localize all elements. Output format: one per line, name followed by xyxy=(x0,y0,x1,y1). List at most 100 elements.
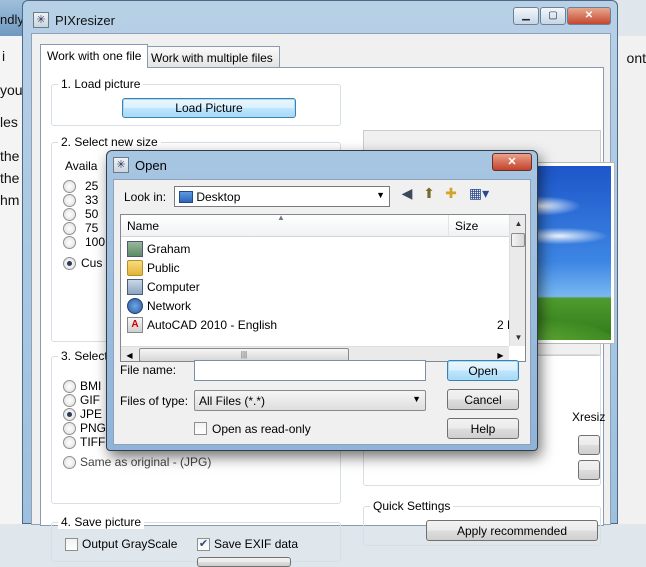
list-item-label: Computer xyxy=(147,279,200,294)
size-option-label: 25 xyxy=(85,179,99,193)
list-item-label: Public xyxy=(147,260,180,275)
list-item-label: Graham xyxy=(147,241,191,256)
open-dialog: ✳ Open ✕ Look in: Desktop ▼ ◀ ⬆ ✚ ▦▾ ▲ N… xyxy=(106,150,538,451)
tab-multiple-files[interactable]: Work with multiple files xyxy=(144,46,280,67)
size-radio-100[interactable] xyxy=(63,236,76,249)
background-app-title: ndly xyxy=(0,12,24,27)
dialog-close-button[interactable]: ✕ xyxy=(492,153,532,171)
format-radio-same[interactable] xyxy=(63,456,76,469)
list-item-autocad[interactable]: A AutoCAD 2010 - English 2 K xyxy=(127,315,525,334)
app-icon: ✳ xyxy=(33,12,49,28)
sort-arrow-icon: ▲ xyxy=(277,214,285,222)
save-picture-label: 4. Save picture xyxy=(58,515,145,529)
format-radio-gif[interactable] xyxy=(63,394,76,407)
background-text: you xyxy=(0,82,23,98)
column-header-name[interactable]: ▲ Name xyxy=(121,215,449,237)
dialog-titlebar: ✳ Open xyxy=(113,157,167,173)
format-radio-tiff[interactable] xyxy=(63,436,76,449)
readonly-label: Open as read-only xyxy=(212,422,311,436)
back-icon[interactable]: ◀ xyxy=(398,184,416,202)
grayscale-checkbox[interactable] xyxy=(65,538,78,551)
close-button[interactable]: ✕ xyxy=(567,7,611,25)
look-in-value: Desktop xyxy=(196,190,241,204)
same-as-original-label: Same as original - (JPG) xyxy=(80,455,212,469)
scroll-up-icon[interactable]: ▲ xyxy=(510,215,525,232)
maximize-button[interactable]: ▢ xyxy=(540,7,566,25)
window-title: PIXresizer xyxy=(55,12,115,28)
size-radio-custom[interactable] xyxy=(63,257,76,270)
chevron-down-icon: ▼ xyxy=(412,394,421,404)
file-type-value: All Files (*.*) xyxy=(199,394,266,408)
size-option-label: 75 xyxy=(85,221,99,235)
size-radio-75[interactable] xyxy=(63,222,76,235)
scroll-left-icon[interactable]: ◀ xyxy=(121,347,138,361)
info-button-2[interactable] xyxy=(578,460,600,480)
file-name-input[interactable] xyxy=(194,360,426,381)
size-radio-25[interactable] xyxy=(63,180,76,193)
load-picture-group: 1. Load picture Load Picture xyxy=(51,77,341,126)
background-text: ont xyxy=(626,50,646,66)
minimize-button[interactable]: ▁ xyxy=(513,7,539,25)
list-item-public[interactable]: Public xyxy=(127,258,180,277)
file-name-label: File name: xyxy=(120,363,177,377)
column-size-label: Size xyxy=(455,219,479,233)
exif-label: Save EXIF data xyxy=(214,537,299,551)
save-button[interactable] xyxy=(197,557,291,567)
background-text: i xyxy=(2,48,6,64)
desktop-icon xyxy=(179,191,193,203)
size-radio-50[interactable] xyxy=(63,208,76,221)
load-picture-label: 1. Load picture xyxy=(58,77,144,91)
exif-checkbox[interactable]: ✔ xyxy=(197,538,210,551)
apply-recommended-button[interactable]: Apply recommended xyxy=(426,520,598,541)
user-folder-icon xyxy=(127,240,143,257)
info-button-1[interactable] xyxy=(578,435,600,455)
file-type-select[interactable]: All Files (*.*) ▼ xyxy=(194,390,426,411)
background-text: the xyxy=(0,148,20,164)
tab-one-file[interactable]: Work with one file xyxy=(40,44,149,68)
size-radio-33[interactable] xyxy=(63,194,76,207)
size-custom-label: Cus xyxy=(81,256,103,270)
quick-settings-group: Quick Settings Apply recommended xyxy=(363,499,601,546)
format-option-label: GIF xyxy=(80,393,100,407)
file-type-label: Files of type: xyxy=(120,394,189,408)
list-item-label: Network xyxy=(147,298,192,313)
vertical-scrollbar[interactable]: ▲ ▼ xyxy=(509,215,525,346)
up-folder-icon[interactable]: ⬆ xyxy=(420,184,438,202)
dialog-title: Open xyxy=(135,157,167,173)
load-picture-button[interactable]: Load Picture xyxy=(122,98,296,118)
column-header-size[interactable]: Size xyxy=(449,215,509,237)
new-folder-icon[interactable]: ✚ xyxy=(442,184,460,202)
background-text: les xyxy=(0,114,18,130)
list-item-graham[interactable]: Graham xyxy=(127,239,190,258)
size-option-label: 33 xyxy=(85,193,99,207)
window-titlebar: ✳ PIXresizer xyxy=(33,9,115,31)
list-item-label: AutoCAD 2010 - English xyxy=(147,317,278,332)
select-size-label: 2. Select new size xyxy=(58,135,161,149)
format-radio-png[interactable] xyxy=(63,422,76,435)
background-text: hm xyxy=(0,192,20,208)
look-in-combo[interactable]: Desktop ▼ xyxy=(174,186,390,207)
open-button[interactable]: Open xyxy=(447,360,519,381)
network-icon xyxy=(127,297,143,314)
folder-icon xyxy=(127,259,143,276)
look-in-label: Look in: xyxy=(124,190,167,204)
format-option-label: BMI xyxy=(80,379,102,393)
list-item-computer[interactable]: Computer xyxy=(127,277,200,296)
size-option-label: 100 xyxy=(85,235,106,249)
grayscale-label: Output GrayScale xyxy=(82,537,178,551)
info-partial-text: Xresiz xyxy=(572,410,606,424)
readonly-checkbox[interactable] xyxy=(194,422,207,435)
format-option-label: TIFF xyxy=(80,435,106,449)
format-radio-bmp[interactable] xyxy=(63,380,76,393)
help-button[interactable]: Help xyxy=(447,418,519,439)
chevron-down-icon: ▼ xyxy=(376,190,385,200)
file-list: ▲ Name Size Graham Public Computer Netwo… xyxy=(120,214,526,362)
format-option-label: JPE xyxy=(80,407,103,421)
quick-settings-label: Quick Settings xyxy=(370,499,454,513)
list-item-network[interactable]: Network xyxy=(127,296,191,315)
vertical-scroll-thumb[interactable] xyxy=(511,233,525,247)
format-radio-jpeg[interactable] xyxy=(63,408,76,421)
view-menu-icon[interactable]: ▦▾ xyxy=(466,184,492,202)
scroll-down-icon[interactable]: ▼ xyxy=(510,329,525,346)
cancel-button[interactable]: Cancel xyxy=(447,389,519,410)
